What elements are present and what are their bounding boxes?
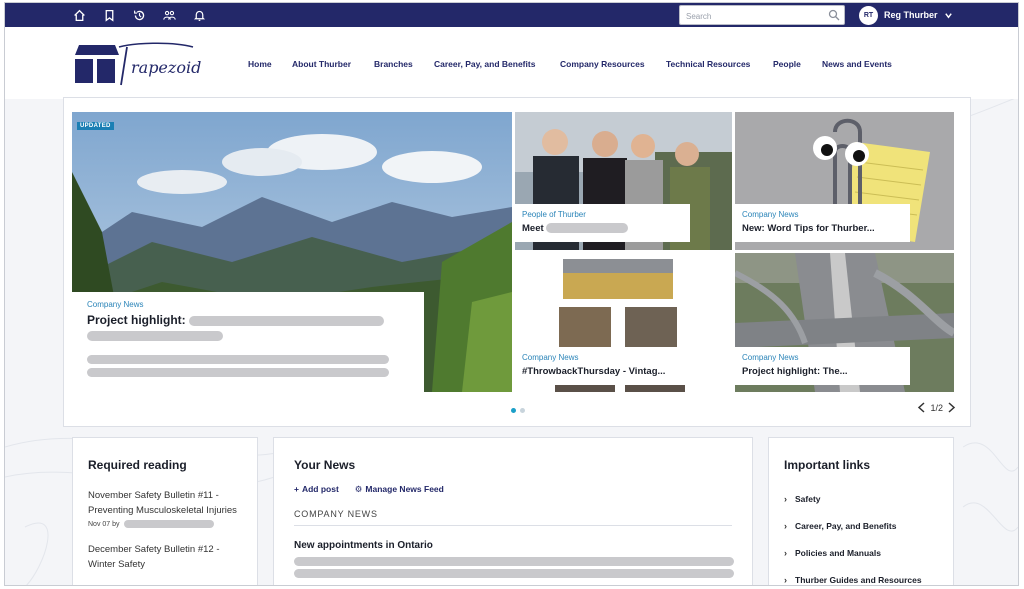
important-links-title: Important links [784,458,871,472]
search-icon[interactable] [828,9,840,21]
user-name[interactable]: Reg Thurber [884,10,938,20]
nav-about[interactable]: About Thurber [292,59,351,73]
people-news-title-row: Meet [522,223,683,234]
browser-frame: RT Reg Thurber rapezoid Home About Thurb… [4,2,1019,586]
chevron-right-icon: › [784,494,787,504]
required-reading-date: Nov 07 by [88,520,120,528]
carousel-pager: 1/2 [917,402,956,413]
throwback-news-card[interactable]: Company News #ThrowbackThursday - Vintag… [515,347,699,385]
important-link-career[interactable]: › Career, Pay, and Benefits [784,521,938,531]
word-tips-news-category[interactable]: Company News [742,210,903,219]
gear-icon: ⚙ [354,484,363,494]
nav-news-events[interactable]: News and Events [822,59,892,73]
history-icon[interactable] [131,7,147,23]
project-news-card[interactable]: Company News Project highlight: The... [735,347,910,385]
redacted-text [294,557,734,566]
people-news-title[interactable]: Meet [522,223,544,234]
search-input[interactable] [680,7,820,26]
throwback-news-category[interactable]: Company News [522,353,692,362]
search-box[interactable] [679,5,845,26]
redacted-text [87,368,389,377]
add-post-label: Add post [301,484,339,494]
your-news-actions: + Add post ⚙ Manage News Feed [294,484,732,495]
carousel-main-tile[interactable]: UPDATED Company News Project highlight: [72,112,512,392]
required-reading-item[interactable]: December Safety Bulletin #12 - Winter Sa… [88,542,248,572]
main-news-category[interactable]: Company News [87,300,409,309]
main-news-card[interactable]: Company News Project highlight: [72,292,424,392]
news-headline[interactable]: New appointments in Ontario [294,540,732,551]
nav-technical-resources[interactable]: Technical Resources [666,59,750,73]
important-link-label: Safety [795,494,821,504]
carousel-dots [511,408,525,413]
bell-icon[interactable] [191,7,207,23]
important-link-label: Career, Pay, and Benefits [795,521,897,531]
redacted-text [87,355,389,364]
important-link-label: Policies and Manuals [795,548,881,558]
project-news-category[interactable]: Company News [742,353,903,362]
news-carousel: UPDATED Company News Project highlight: [63,97,971,427]
trapezoid-logo[interactable]: rapezoid [71,41,201,89]
nav-company-resources[interactable]: Company Resources [560,59,645,73]
chevron-right-icon: › [784,575,787,585]
carousel-tile-people[interactable]: People of Thurber Meet [515,112,732,250]
home-icon[interactable] [71,7,87,23]
top-bar: RT Reg Thurber [5,3,1018,27]
nav-career[interactable]: Career, Pay, and Benefits [434,59,535,73]
carousel-page-indicator: 1/2 [930,402,943,413]
nav-branches[interactable]: Branches [374,59,413,73]
people-news-category[interactable]: People of Thurber [522,210,683,219]
important-link-guides[interactable]: › Thurber Guides and Resources [784,575,938,585]
carousel-tile-word-tips[interactable]: Company News New: Word Tips for Thurber.… [735,112,954,250]
redacted-text [546,223,629,234]
carousel-tile-project[interactable]: Company News Project highlight: The... [735,253,954,392]
chevron-down-icon[interactable] [944,11,953,20]
redacted-text [123,520,214,528]
important-link-safety[interactable]: › Safety [784,494,938,504]
important-links-panel: Important links › Safety › Career, Pay, an… [768,437,954,585]
required-reading-meta: Nov 07 by [88,520,242,528]
people-news-card[interactable]: People of Thurber Meet [515,204,690,242]
carousel-tile-throwback[interactable]: Company News #ThrowbackThursday - Vintag… [515,253,732,392]
carousel-dot[interactable] [520,408,525,413]
avatar[interactable]: RT [859,5,878,25]
chevron-left-icon[interactable] [917,402,926,413]
redacted-text [294,569,734,578]
user-menu[interactable]: RT Reg Thurber [859,5,953,25]
main-news-title[interactable]: Project highlight: [87,313,186,327]
word-tips-news-card[interactable]: Company News New: Word Tips for Thurber.… [735,204,910,242]
bookmark-icon[interactable] [101,7,117,23]
required-reading-item[interactable]: November Safety Bulletin #11 - Preventin… [88,488,248,518]
redacted-text [189,315,385,326]
word-tips-news-title[interactable]: New: Word Tips for Thurber... [742,223,903,234]
chevron-right-icon: › [784,521,787,531]
your-news-panel: Your News + Add post ⚙ Manage News Feed CO… [273,437,753,585]
plus-icon: + [294,484,299,494]
important-link-policies[interactable]: › Policies and Manuals [784,548,938,558]
carousel-dot-active[interactable] [511,408,516,413]
project-news-title[interactable]: Project highlight: The... [742,366,903,377]
main-news-title-row: Project highlight: [87,313,409,327]
groups-icon[interactable] [161,7,177,23]
site-header: rapezoid Home About Thurber Branches Car… [5,27,1018,99]
required-reading-panel: Required reading November Safety Bulleti… [72,437,258,585]
manage-news-feed-button[interactable]: ⚙ Manage News Feed [355,484,444,495]
throwback-news-title[interactable]: #ThrowbackThursday - Vintag... [522,366,692,377]
nav-people[interactable]: People [773,59,801,73]
chevron-right-icon[interactable] [947,402,956,413]
add-post-button[interactable]: + Add post [294,484,339,495]
your-news-title: Your News [294,458,356,472]
chevron-right-icon: › [784,548,787,558]
required-reading-title: Required reading [88,458,187,472]
nav-home[interactable]: Home [248,59,272,73]
redacted-text [87,331,223,341]
updated-badge: UPDATED [77,122,114,130]
important-link-label: Thurber Guides and Resources [795,575,922,585]
manage-news-feed-label: Manage News Feed [365,484,444,494]
svg-text:rapezoid: rapezoid [131,58,201,77]
company-news-section-label: COMPANY NEWS [294,509,732,526]
